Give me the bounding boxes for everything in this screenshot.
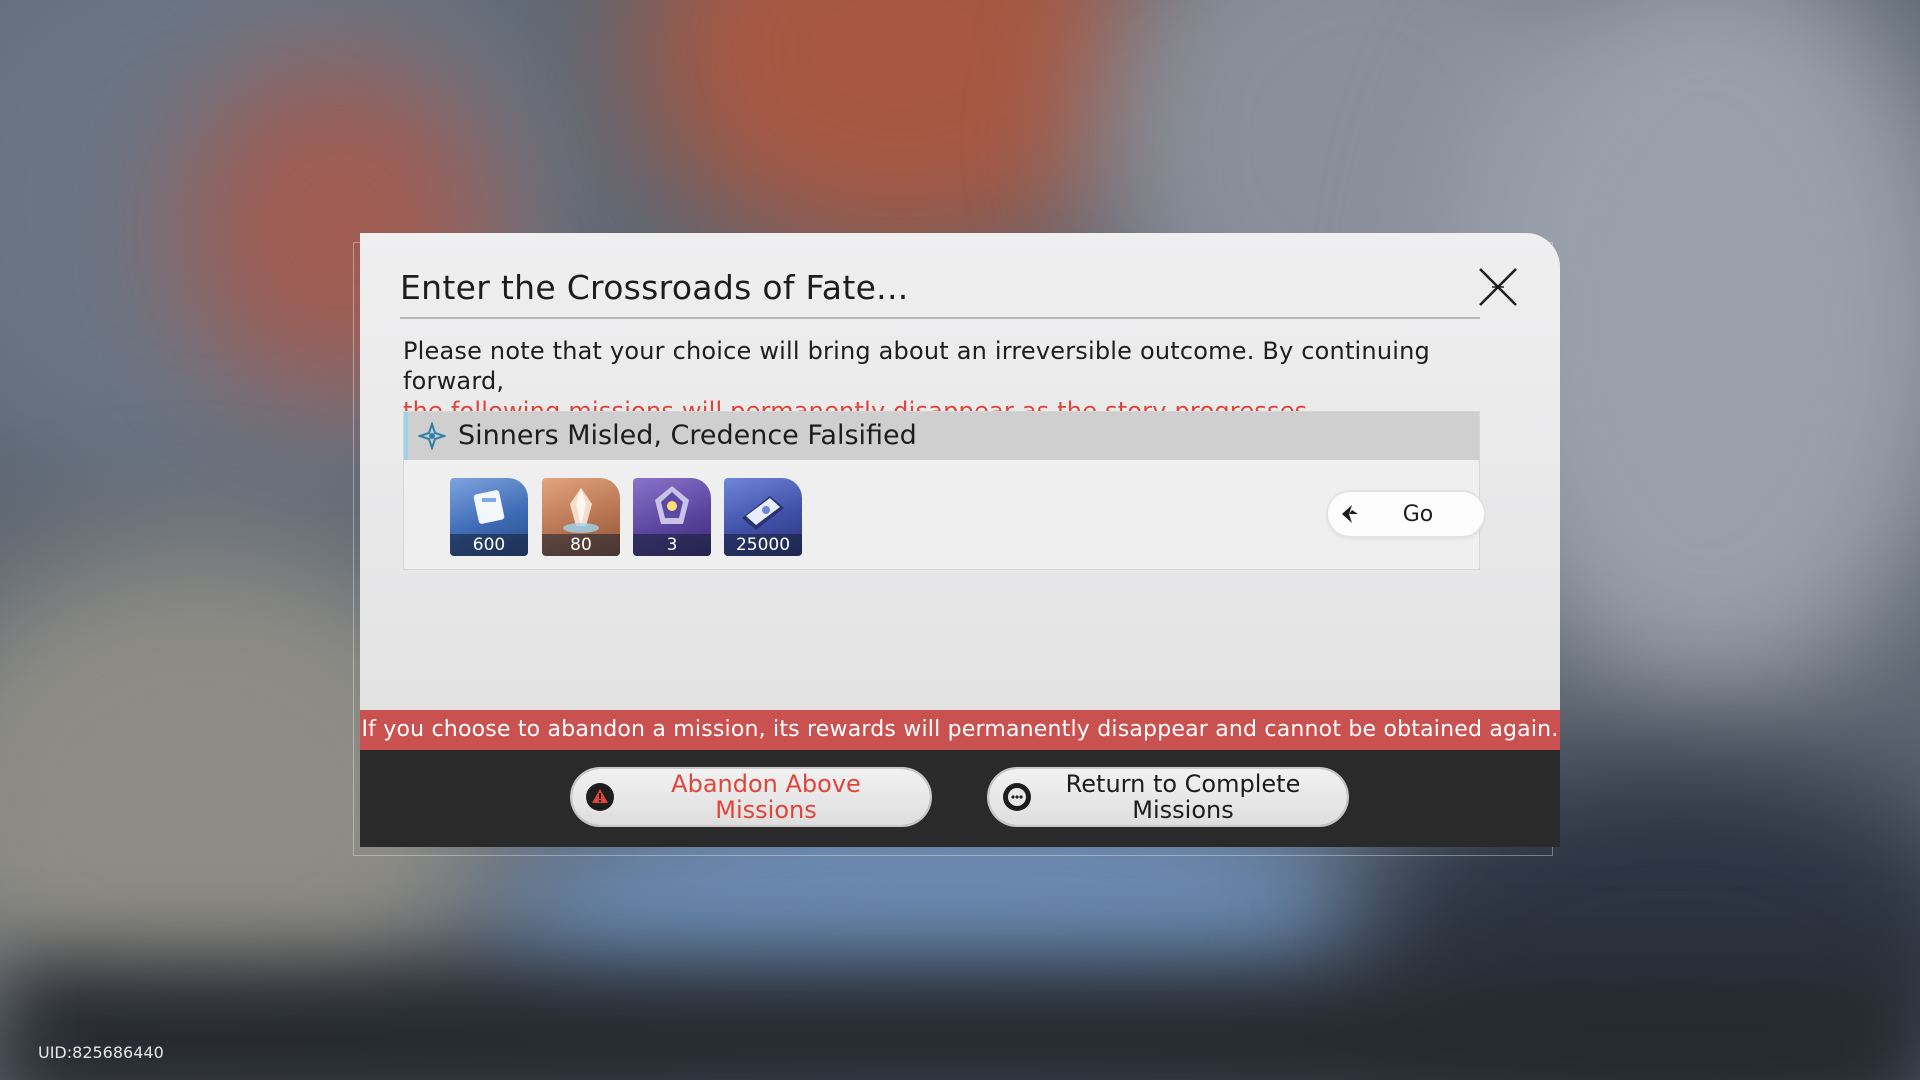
reward-exp-material[interactable]: 3 bbox=[633, 478, 711, 556]
abandon-warning-bar: If you choose to abandon a mission, its … bbox=[360, 710, 1560, 750]
abandon-label: Abandon Above Missions bbox=[671, 770, 861, 824]
reward-quantity: 80 bbox=[542, 534, 620, 556]
dialog-footer: Abandon Above Missions Return to Complet… bbox=[360, 750, 1560, 847]
mission-header: Sinners Misled, Credence Falsified bbox=[404, 412, 1479, 460]
go-button[interactable]: Go bbox=[1328, 492, 1484, 536]
reward-quantity: 3 bbox=[633, 534, 711, 556]
go-label: Go bbox=[1402, 502, 1434, 527]
mission-card: Sinners Misled, Credence Falsified 600 8… bbox=[403, 411, 1484, 570]
return-to-missions-button[interactable]: Return to Complete Missions bbox=[989, 769, 1347, 825]
close-icon[interactable] bbox=[1478, 267, 1518, 307]
reward-quantity: 600 bbox=[450, 534, 528, 556]
abandon-missions-button[interactable]: Abandon Above Missions bbox=[572, 769, 930, 825]
reward-stellar-jade[interactable]: 600 bbox=[450, 478, 528, 556]
uid-label: UID:825686440 bbox=[38, 1043, 164, 1062]
reward-crystal[interactable]: 80 bbox=[542, 478, 620, 556]
reward-quantity: 25000 bbox=[724, 534, 802, 556]
crossroads-dialog: Enter the Crossroads of Fate... Please n… bbox=[360, 233, 1560, 847]
mission-title: Sinners Misled, Credence Falsified bbox=[458, 420, 917, 451]
mission-diamond-icon bbox=[418, 422, 446, 450]
ellipsis-icon bbox=[1003, 783, 1031, 811]
reward-credit[interactable]: 25000 bbox=[724, 478, 802, 556]
dialog-title: Enter the Crossroads of Fate... bbox=[400, 268, 909, 307]
title-divider bbox=[400, 317, 1480, 319]
return-label: Return to Complete Missions bbox=[1065, 770, 1301, 824]
note-text: Please note that your choice will bring … bbox=[403, 337, 1430, 395]
warning-icon bbox=[586, 783, 614, 811]
